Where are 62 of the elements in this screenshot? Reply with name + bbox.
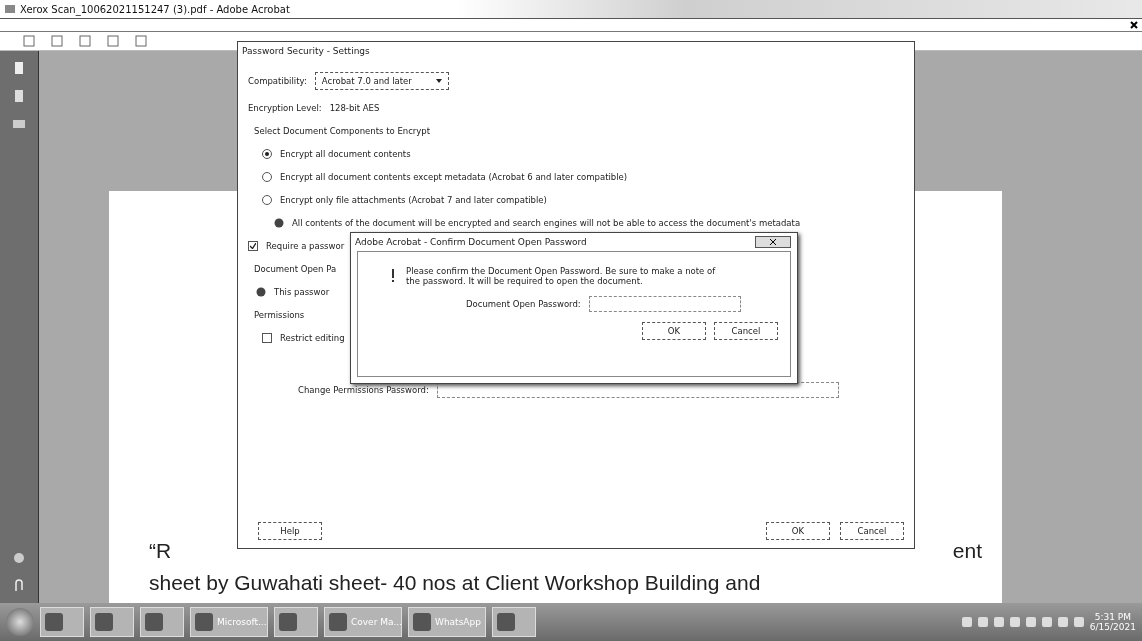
app-icon	[497, 613, 515, 631]
dialog-title: Password Security - Settings	[241, 45, 371, 58]
message-text: Please confirm the Document Open Password. Be sure to make a note of the password. It will be required to open the document.	[406, 266, 717, 286]
tray-icon[interactable]	[1073, 617, 1084, 627]
field-label: Change Permissions Password:	[298, 385, 429, 395]
start-button[interactable]	[6, 608, 34, 636]
taskbar-item[interactable]	[274, 607, 318, 637]
close-icon	[770, 239, 776, 245]
field-label: Document Open Password:	[466, 299, 581, 309]
checkbox-label: Restrict editing	[280, 333, 345, 343]
taskbar-item[interactable]	[140, 607, 184, 637]
app-icon	[4, 4, 16, 14]
option-label: Encrypt all document contents	[280, 149, 411, 159]
ok-button[interactable]: OK	[766, 522, 830, 540]
app-icon	[329, 613, 347, 631]
field-label: Document Open Pa	[254, 264, 337, 274]
dialog-title: Adobe Acrobat - Confirm Document Open Password	[354, 236, 588, 249]
field-label: Compatibility:	[248, 76, 307, 86]
info-text: This passwor	[274, 287, 330, 297]
clock[interactable]: 5:31 PM 6/15/2021	[1089, 612, 1136, 632]
section-heading: Permissions	[254, 310, 305, 320]
tray-icon[interactable]	[1009, 617, 1020, 627]
app-icon	[145, 613, 163, 631]
checkbox[interactable]	[262, 333, 272, 343]
caret-icon	[435, 79, 442, 83]
document-text: “R	[149, 539, 172, 563]
app-icon	[195, 613, 213, 631]
password-field[interactable]	[588, 296, 741, 312]
taskbar-item[interactable]	[492, 607, 536, 637]
ok-button[interactable]: OK	[642, 322, 706, 340]
field-value: 128-bit AES	[329, 103, 380, 113]
window-title: Xerox Scan_10062021151247 (3).pdf - Adobe Acrobat	[20, 3, 290, 15]
option-label: Encrypt all document contents except metadata (Acrobat 6 and later compatible)	[280, 172, 628, 182]
checkbox-label: Require a passwor	[266, 241, 345, 251]
info-icon	[274, 218, 284, 228]
cancel-button[interactable]: Cancel	[714, 322, 778, 340]
field-label: Encryption Level:	[248, 103, 322, 113]
compatibility-dropdown[interactable]: Acrobat 7.0 and later	[314, 72, 449, 90]
tray-icon[interactable]	[1025, 617, 1036, 627]
tray-icon[interactable]	[1057, 617, 1068, 627]
tray-icon[interactable]	[1041, 617, 1052, 627]
document-text: ent	[952, 539, 982, 563]
help-button[interactable]: Help	[258, 522, 322, 540]
tray-icon[interactable]	[977, 617, 988, 627]
info-icon	[256, 287, 266, 297]
tray-icon[interactable]	[961, 617, 972, 627]
tray-icon[interactable]	[993, 617, 1004, 627]
option-label: Encrypt only file attachments (Acrobat 7 and later compatible)	[280, 195, 547, 205]
app-icon	[45, 613, 63, 631]
close-button[interactable]	[755, 236, 791, 248]
pages-icon[interactable]	[12, 61, 26, 75]
taskbar-item[interactable]	[90, 607, 134, 637]
app-icon	[413, 613, 431, 631]
info-text: All contents of the document will be encrypted and search engines will not be able to access the document's metadata	[292, 218, 801, 228]
app-icon	[279, 613, 297, 631]
cancel-button[interactable]: Cancel	[840, 522, 904, 540]
close-icon[interactable]	[1130, 21, 1138, 29]
checkbox[interactable]	[248, 241, 258, 251]
section-heading: Select Document Components to Encrypt	[254, 126, 431, 136]
app-icon	[95, 613, 113, 631]
document-text: sheet by Guwahati sheet- 40 nos at Client Workshop Building and	[149, 571, 762, 595]
taskbar-item[interactable]	[40, 607, 84, 637]
